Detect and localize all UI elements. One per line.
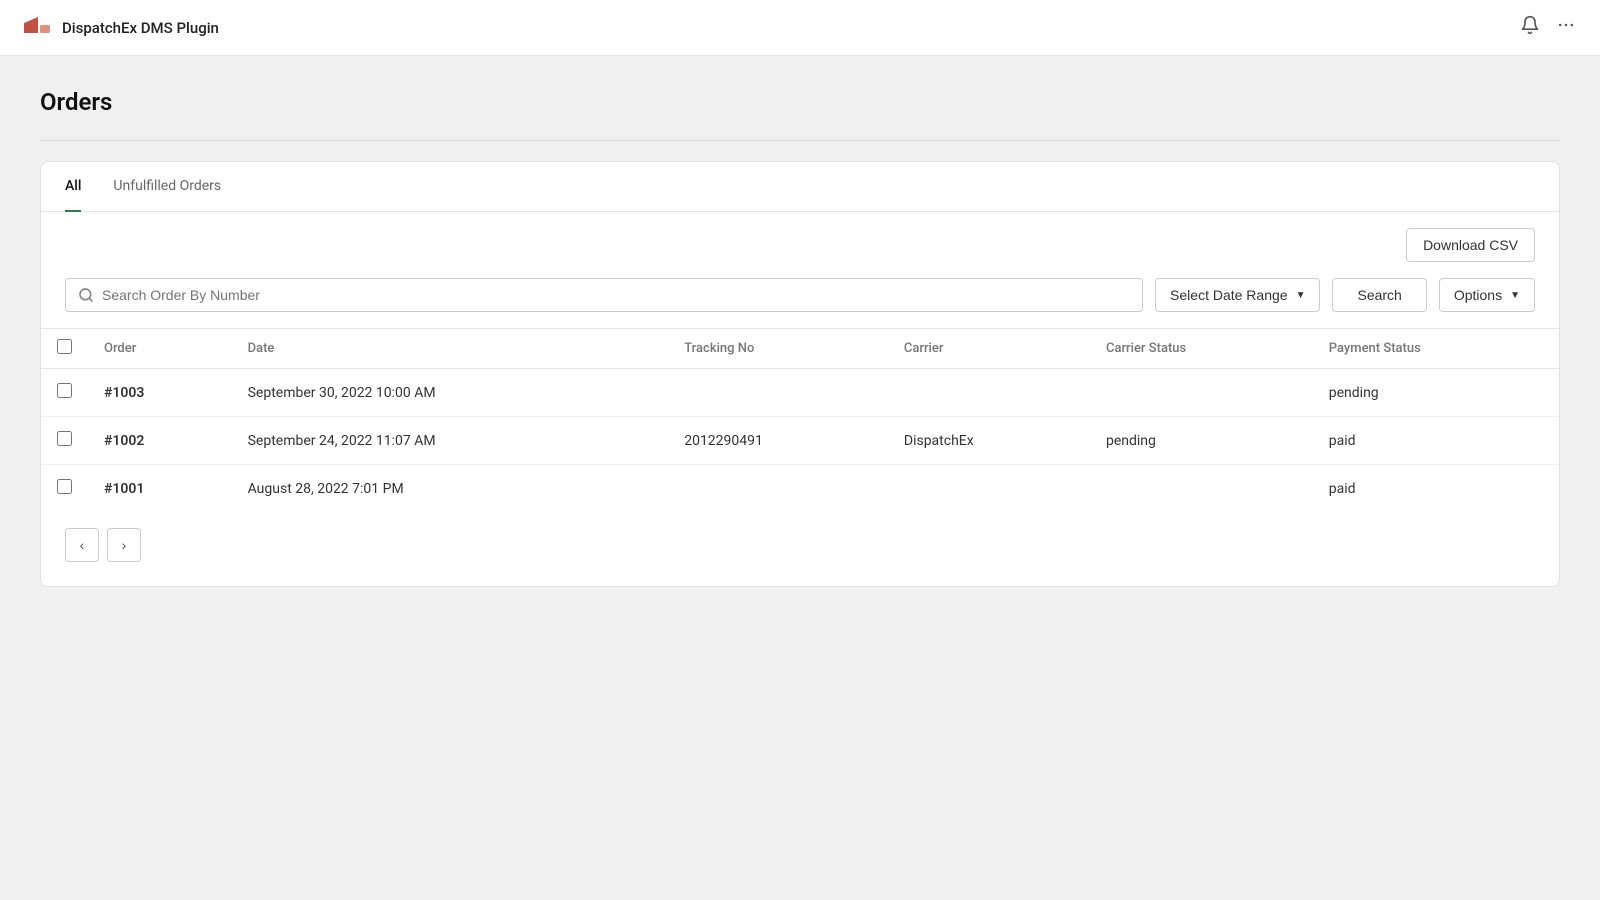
tab-all[interactable]: All [65,162,81,212]
th-date: Date [232,329,669,369]
row-carrier-status-1003 [1090,369,1313,417]
row-checkbox-1002[interactable] [57,431,72,446]
row-date-1001: August 28, 2022 7:01 PM [232,465,669,513]
date-range-button[interactable]: Select Date Range ▼ [1155,278,1320,312]
next-icon: › [122,537,127,553]
tabs-container: All Unfulfilled Orders [41,162,1559,212]
date-range-chevron-icon: ▼ [1296,290,1306,301]
orders-card: All Unfulfilled Orders Download CSV Sele… [40,161,1560,587]
row-carrier-status-1002: pending [1090,417,1313,465]
options-label: Options [1454,287,1502,303]
pagination: ‹ › [41,512,1559,562]
options-chevron-icon: ▼ [1510,290,1520,301]
prev-icon: ‹ [80,537,85,553]
row-date-1003: September 30, 2022 10:00 AM [232,369,669,417]
row-payment-status-1003: pending [1313,369,1559,417]
th-checkbox [41,329,88,369]
row-tracking-1001 [668,465,888,513]
table-row: #1001 August 28, 2022 7:01 PM paid [41,465,1559,513]
th-order: Order [88,329,232,369]
page-title: Orders [40,88,1560,116]
search-icon [78,287,94,303]
row-carrier-status-1001 [1090,465,1313,513]
orders-table-container: Order Date Tracking No Carrier Carrier S… [41,328,1559,512]
row-carrier-1001 [888,465,1090,513]
th-carrier-status: Carrier Status [1090,329,1313,369]
th-payment-status: Payment Status [1313,329,1559,369]
topbar: DispatchEx DMS Plugin [0,0,1600,56]
app-logo-icon [24,17,52,39]
pagination-next-button[interactable]: › [107,528,141,562]
date-range-label: Select Date Range [1170,287,1288,303]
row-tracking-1002: 2012290491 [668,417,888,465]
tab-unfulfilled[interactable]: Unfulfilled Orders [113,162,221,212]
select-all-checkbox[interactable] [57,339,72,354]
search-input[interactable] [102,287,1130,303]
topbar-left: DispatchEx DMS Plugin [24,17,219,39]
pagination-prev-button[interactable]: ‹ [65,528,99,562]
download-csv-button[interactable]: Download CSV [1406,228,1535,262]
table-row: #1003 September 30, 2022 10:00 AM pendin… [41,369,1559,417]
app-title: DispatchEx DMS Plugin [62,19,219,37]
row-order-1001: #1001 [88,465,232,513]
search-box[interactable] [65,278,1143,312]
row-checkbox-cell [41,417,88,465]
page-content: Orders All Unfulfilled Orders Download C… [0,56,1600,619]
row-date-1002: September 24, 2022 11:07 AM [232,417,669,465]
search-row: Select Date Range ▼ Search Options ▼ [41,278,1559,328]
row-payment-status-1002: paid [1313,417,1559,465]
row-tracking-1003 [668,369,888,417]
row-carrier-1002: DispatchEx [888,417,1090,465]
more-options-icon[interactable] [1556,15,1576,40]
row-payment-status-1001: paid [1313,465,1559,513]
row-checkbox-cell [41,465,88,513]
row-order-1002: #1002 [88,417,232,465]
row-checkbox-cell [41,369,88,417]
page-divider [40,140,1560,141]
row-order-1003: #1003 [88,369,232,417]
notifications-icon[interactable] [1520,15,1540,40]
row-checkbox-1003[interactable] [57,383,72,398]
table-header-row: Order Date Tracking No Carrier Carrier S… [41,329,1559,369]
th-carrier: Carrier [888,329,1090,369]
options-button[interactable]: Options ▼ [1439,278,1535,312]
th-tracking-no: Tracking No [668,329,888,369]
orders-table: Order Date Tracking No Carrier Carrier S… [41,328,1559,512]
row-checkbox-1001[interactable] [57,479,72,494]
topbar-right [1520,15,1576,40]
table-row: #1002 September 24, 2022 11:07 AM 201229… [41,417,1559,465]
search-button[interactable]: Search [1332,278,1426,312]
toolbar: Download CSV [41,212,1559,278]
row-carrier-1003 [888,369,1090,417]
